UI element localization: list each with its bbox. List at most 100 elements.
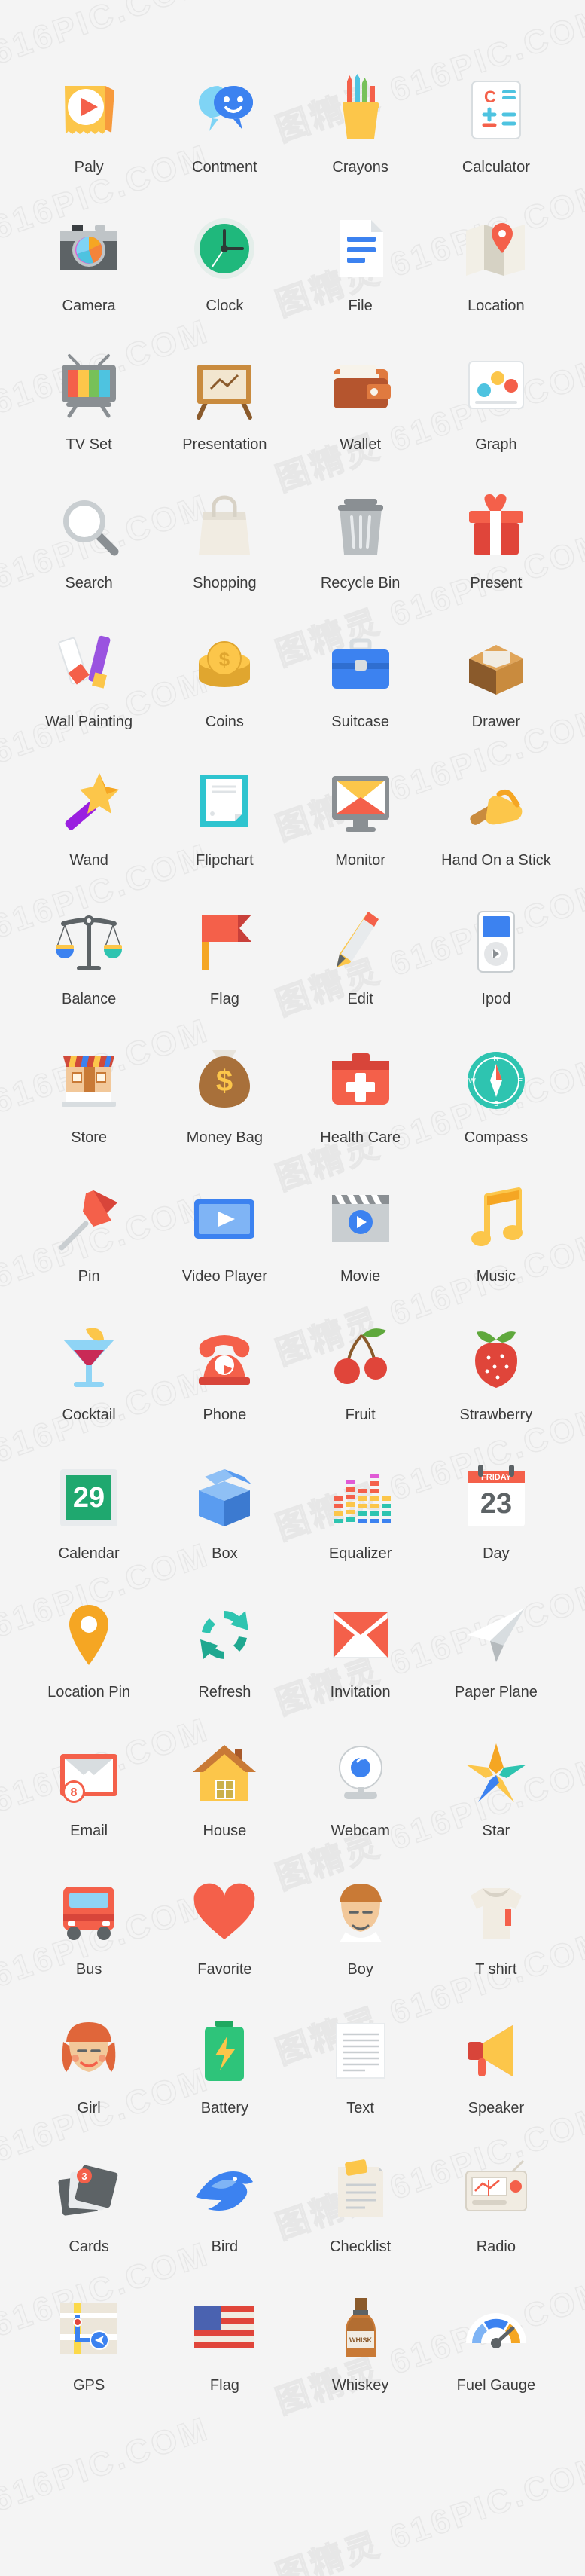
magic-wand-icon bbox=[48, 762, 129, 844]
icon-cell-wand[interactable]: Wand bbox=[21, 758, 157, 897]
icon-cell-calculator[interactable]: C Calculator bbox=[428, 65, 564, 203]
file-icon bbox=[320, 208, 401, 289]
flipchart-icon bbox=[184, 762, 265, 844]
icon-cell-battery[interactable]: Battery bbox=[157, 2006, 292, 2144]
icon-cell-location-pin[interactable]: Location Pin bbox=[21, 1590, 157, 1728]
usa-flag-icon bbox=[184, 2287, 265, 2369]
shopping-bag-icon bbox=[184, 485, 265, 567]
icon-cell-webcam[interactable]: Webcam bbox=[293, 1728, 428, 1867]
icon-label: Video Player bbox=[181, 1268, 267, 1285]
icon-cell-text[interactable]: Text bbox=[293, 2006, 428, 2144]
icon-cell-music[interactable]: Music bbox=[428, 1174, 564, 1312]
icon-cell-wall-painting[interactable]: Wall Painting bbox=[21, 619, 157, 758]
icon-cell-shopping[interactable]: Shopping bbox=[157, 481, 292, 619]
icon-cell-day[interactable]: FRIDAY 23 Day bbox=[428, 1451, 564, 1590]
icon-cell-monitor[interactable]: Monitor bbox=[293, 758, 428, 897]
icon-cell-bus[interactable]: Bus bbox=[21, 1867, 157, 2006]
icon-cell-refresh[interactable]: Refresh bbox=[157, 1590, 292, 1728]
icon-cell-clock[interactable]: Clock bbox=[157, 203, 292, 342]
icon-cell-flipchart[interactable]: Flipchart bbox=[157, 758, 292, 897]
icon-label: Bus bbox=[75, 1961, 102, 1978]
heart-icon bbox=[184, 1872, 265, 1953]
icon-cell-drawer[interactable]: Drawer bbox=[428, 619, 564, 758]
icon-cell-location[interactable]: Location bbox=[428, 203, 564, 342]
icon-cell-compass[interactable]: N S W E Compass bbox=[428, 1035, 564, 1174]
camera-icon bbox=[48, 208, 129, 289]
calendar-icon: 29 bbox=[48, 1456, 129, 1537]
icon-cell-fruit[interactable]: Fruit bbox=[293, 1312, 428, 1451]
icon-cell-girl[interactable]: Girl bbox=[21, 2006, 157, 2144]
icon-label: Music bbox=[476, 1268, 516, 1285]
icon-cell-file[interactable]: File bbox=[293, 203, 428, 342]
icon-cell-suitcase[interactable]: Suitcase bbox=[293, 619, 428, 758]
icon-cell-health-care[interactable]: Health Care bbox=[293, 1035, 428, 1174]
icon-cell-search[interactable]: Search bbox=[21, 481, 157, 619]
icon-label: Movie bbox=[340, 1268, 381, 1285]
icon-label: Search bbox=[65, 575, 113, 591]
icon-cell-boy[interactable]: Boy bbox=[293, 1867, 428, 2006]
icon-cell-flag-us[interactable]: Flag bbox=[157, 2283, 292, 2422]
icon-cell-checklist[interactable]: Checklist bbox=[293, 2144, 428, 2283]
icon-cell-store[interactable]: Store bbox=[21, 1035, 157, 1174]
icon-cell-favorite[interactable]: Favorite bbox=[157, 1867, 292, 2006]
icon-cell-recycle-bin[interactable]: Recycle Bin bbox=[293, 481, 428, 619]
icon-cell-coins[interactable]: $ Coins bbox=[157, 619, 292, 758]
icon-cell-phone[interactable]: Phone bbox=[157, 1312, 292, 1451]
icon-cell-t-shirt[interactable]: T shirt bbox=[428, 1867, 564, 2006]
graph-dots-icon bbox=[456, 347, 537, 428]
icon-cell-balance[interactable]: Balance bbox=[21, 897, 157, 1035]
icon-cell-pin[interactable]: Pin bbox=[21, 1174, 157, 1312]
icon-cell-box[interactable]: Box bbox=[157, 1451, 292, 1590]
icon-cell-email[interactable]: 8 Email bbox=[21, 1728, 157, 1867]
icon-label: T shirt bbox=[475, 1961, 517, 1978]
icon-cell-invitation[interactable]: Invitation bbox=[293, 1590, 428, 1728]
cards-stack-icon: 3 bbox=[48, 2149, 129, 2230]
icon-cell-bird[interactable]: Bird bbox=[157, 2144, 292, 2283]
icon-cell-ipod[interactable]: Ipod bbox=[428, 897, 564, 1035]
scales-icon bbox=[48, 901, 129, 982]
icon-cell-paper-plane[interactable]: Paper Plane bbox=[428, 1590, 564, 1728]
icon-cell-crayons[interactable]: Crayons bbox=[293, 65, 428, 203]
icon-cell-cocktail[interactable]: Cocktail bbox=[21, 1312, 157, 1451]
gps-map-icon bbox=[48, 2287, 129, 2369]
icon-cell-presentation[interactable]: Presentation bbox=[157, 342, 292, 481]
icon-cell-contment[interactable]: Contment bbox=[157, 65, 292, 203]
icon-cell-paly[interactable]: Paly bbox=[21, 65, 157, 203]
icon-cell-graph[interactable]: Graph bbox=[428, 342, 564, 481]
bird-icon bbox=[184, 2149, 265, 2230]
icon-cell-wallet[interactable]: Wallet bbox=[293, 342, 428, 481]
cherries-icon bbox=[320, 1317, 401, 1398]
icon-cell-calendar[interactable]: 29 Calendar bbox=[21, 1451, 157, 1590]
icon-cell-speaker[interactable]: Speaker bbox=[428, 2006, 564, 2144]
icon-cell-fuel-gauge[interactable]: Fuel Gauge bbox=[428, 2283, 564, 2422]
icon-cell-whiskey[interactable]: WHISK Whiskey bbox=[293, 2283, 428, 2422]
icon-label: Compass bbox=[464, 1129, 529, 1146]
icon-cell-equalizer[interactable]: Equalizer bbox=[293, 1451, 428, 1590]
icon-cell-star[interactable]: Star bbox=[428, 1728, 564, 1867]
icon-label: Presentation bbox=[182, 436, 267, 453]
clapperboard-icon bbox=[320, 1178, 401, 1260]
icon-cell-flag[interactable]: Flag bbox=[157, 897, 292, 1035]
icon-cell-hand-stick[interactable]: Hand On a Stick bbox=[428, 758, 564, 897]
svg-text:W: W bbox=[468, 1077, 476, 1086]
icon-label: Wallet bbox=[340, 436, 382, 453]
icon-cell-present[interactable]: Present bbox=[428, 481, 564, 619]
icon-label: Location bbox=[468, 298, 525, 314]
refresh-arrows-icon bbox=[184, 1594, 265, 1676]
map-pin-icon bbox=[48, 1594, 129, 1676]
icon-cell-tv-set[interactable]: TV Set bbox=[21, 342, 157, 481]
icon-cell-gps[interactable]: GPS bbox=[21, 2283, 157, 2422]
icon-cell-edit[interactable]: Edit bbox=[293, 897, 428, 1035]
svg-text:E: E bbox=[518, 1077, 523, 1086]
icon-cell-money-bag[interactable]: $ Money Bag bbox=[157, 1035, 292, 1174]
icon-label: Suitcase bbox=[331, 714, 389, 730]
icon-cell-strawberry[interactable]: Strawberry bbox=[428, 1312, 564, 1451]
icon-cell-camera[interactable]: Camera bbox=[21, 203, 157, 342]
icon-cell-video-player[interactable]: Video Player bbox=[157, 1174, 292, 1312]
icon-cell-cards[interactable]: 3 Cards bbox=[21, 2144, 157, 2283]
icon-cell-movie[interactable]: Movie bbox=[293, 1174, 428, 1312]
icon-label: Balance bbox=[61, 991, 117, 1007]
icon-cell-radio[interactable]: Radio bbox=[428, 2144, 564, 2283]
icon-label: Box bbox=[212, 1545, 238, 1562]
icon-cell-house[interactable]: House bbox=[157, 1728, 292, 1867]
